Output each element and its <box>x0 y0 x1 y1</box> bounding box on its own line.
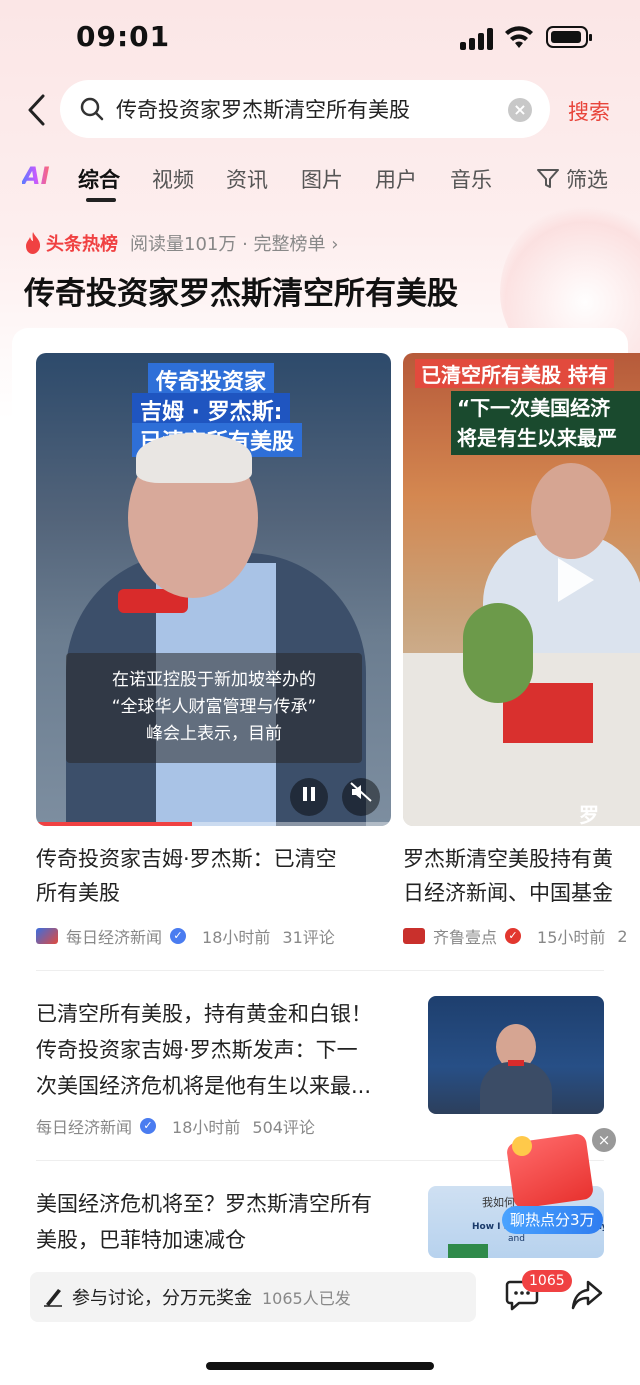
title-line: 传奇投资家吉姆·罗杰斯：已清空 <box>36 847 337 871</box>
home-indicator <box>206 1362 434 1370</box>
wifi-icon <box>505 26 533 48</box>
video-meta-2: 齐鲁壹点 ✓ 15小时前 2 <box>403 924 640 948</box>
hot-rank-badge: 头条热榜 <box>46 234 118 255</box>
verified-badge-icon: ✓ <box>140 1118 157 1134</box>
video-subtitle: 在诺亚控股于新加坡举办的 “全球华人财富管理与传承” 峰会上表示，目前 <box>66 653 362 763</box>
coin-icon <box>512 1136 532 1156</box>
category-tabs: AI 综合 视频 资讯 图片 用户 音乐 筛选 <box>0 160 640 208</box>
tab-images[interactable]: 图片 <box>301 164 343 194</box>
promo-widget[interactable]: × 聊热点分3万 <box>500 1128 620 1238</box>
source-logo-icon <box>403 928 425 944</box>
cellular-signal-icon <box>460 28 494 50</box>
subtitle-line: “全球华人财富管理与传承” <box>111 697 317 717</box>
video-thumbnail-2[interactable]: 已清空所有美股 持有 “下一次美国经济 将是有生以来最严 罗 <box>403 353 640 826</box>
publish-time: 15小时前 <box>537 928 606 947</box>
comment-count: 31评论 <box>282 928 335 947</box>
article-meta-1: 每日经济新闻 ✓ 18小时前 504评论 <box>36 1114 315 1138</box>
promo-label: 聊热点分3万 <box>502 1206 603 1234</box>
pause-icon <box>303 787 315 801</box>
search-submit-button[interactable]: 搜索 <box>568 96 610 126</box>
thumbnail-bar <box>448 1244 488 1258</box>
tab-ai[interactable]: AI <box>22 162 50 190</box>
filter-icon <box>537 169 559 188</box>
verified-badge-icon: ✓ <box>170 928 187 944</box>
mute-button[interactable] <box>342 778 380 816</box>
article-title-2[interactable]: 美国经济危机将至？罗杰斯清空所有 美股，巴菲特加速减仓 <box>36 1186 404 1258</box>
video-progress-bar[interactable] <box>36 822 391 826</box>
title-line: 美股，巴菲特加速减仓 <box>36 1228 246 1252</box>
video-caption-block: “下一次美国经济 将是有生以来最严 <box>451 391 640 455</box>
article-thumbnail-1[interactable] <box>428 996 604 1114</box>
discussion-input[interactable]: 参与讨论，分万元奖金 1065人已发 <box>30 1272 476 1322</box>
pen-icon <box>44 1289 62 1307</box>
search-input[interactable]: 传奇投资家罗杰斯清空所有美股 × <box>60 80 550 138</box>
bow-tie <box>508 1060 524 1066</box>
publish-time: 18小时前 <box>172 1118 241 1137</box>
video-thumbnail-1[interactable]: 传奇投资家 吉姆 · 罗杰斯: 已清空所有美股 在诺亚控股于新加坡举办的 “全球… <box>36 353 391 826</box>
video-title-1[interactable]: 传奇投资家吉姆·罗杰斯：已清空 所有美股 <box>36 842 391 910</box>
subtitle-line: 峰会上表示，目前 <box>146 724 282 744</box>
topic-title: 传奇投资家罗杰斯清空所有美股 <box>24 276 458 312</box>
title-line: 日经济新闻、中国基金 <box>403 881 613 905</box>
search-icon <box>80 97 104 121</box>
comment-count: 504评论 <box>252 1118 315 1137</box>
title-line: 罗杰斯清空美股持有黄 <box>403 847 613 871</box>
video-meta-1: 每日经济新闻 ✓ 18小时前 31评论 <box>36 924 335 948</box>
pause-button[interactable] <box>290 778 328 816</box>
publish-time: 18小时前 <box>202 928 271 947</box>
subtitle-line: 在诺亚控股于新加坡举办的 <box>112 670 316 690</box>
title-line: 美国经济危机将至？罗杰斯清空所有 <box>36 1192 372 1216</box>
tab-video[interactable]: 视频 <box>152 164 194 194</box>
comment-count: 2 <box>617 926 628 946</box>
status-bar: 09:01 <box>0 0 640 76</box>
active-tab-indicator <box>86 198 116 202</box>
video-title-2[interactable]: 罗杰斯清空美股持有黄 日经济新闻、中国基金 <box>403 842 640 910</box>
article-title-1[interactable]: 已清空所有美股，持有黄金和白银！ 传奇投资家吉姆·罗杰斯发声：下一 次美国经济危… <box>36 996 404 1104</box>
title-line: 所有美股 <box>36 881 120 905</box>
source-name[interactable]: 齐鲁壹点 <box>433 924 497 948</box>
video-caption-line: 将是有生以来最严 <box>457 426 617 450</box>
search-query-text: 传奇投资家罗杰斯清空所有美股 <box>116 98 410 122</box>
source-name[interactable]: 每日经济新闻 <box>36 1114 132 1138</box>
tab-all[interactable]: 综合 <box>78 164 120 194</box>
back-button[interactable] <box>18 90 54 130</box>
battery-icon <box>546 26 592 48</box>
share-icon[interactable] <box>570 1278 604 1312</box>
participant-count: 1065人已发 <box>262 1289 351 1308</box>
clear-search-button[interactable]: × <box>508 98 532 122</box>
bottom-bar: 参与讨论，分万元奖金 1065人已发 1065 <box>0 1258 640 1385</box>
play-icon[interactable] <box>558 558 594 602</box>
video-progress-fill <box>36 822 193 826</box>
source-name[interactable]: 每日经济新闻 <box>66 924 162 948</box>
flower-vase <box>463 603 533 703</box>
tab-music[interactable]: 音乐 <box>450 164 492 194</box>
video-caption-line: 吉姆 · 罗杰斯: <box>132 393 291 427</box>
verified-badge-icon: ✓ <box>505 928 522 944</box>
title-line: 次美国经济危机将是他有生以来最... <box>36 1074 372 1098</box>
filter-label: 筛选 <box>566 168 608 192</box>
speaker-head <box>531 463 611 559</box>
filter-button[interactable]: 筛选 <box>536 164 608 194</box>
speaker-figure <box>480 1062 552 1114</box>
divider <box>36 970 604 971</box>
status-time: 09:01 <box>76 20 171 53</box>
video-caption-line: 传奇投资家 <box>148 363 275 397</box>
discussion-prompt: 参与讨论，分万元奖金 <box>72 1288 252 1309</box>
muted-speaker-icon <box>350 782 372 802</box>
tab-users[interactable]: 用户 <box>375 164 417 194</box>
tab-news[interactable]: 资讯 <box>226 164 268 194</box>
fire-icon <box>26 232 41 254</box>
video-caption-line: “下一次美国经济 <box>457 396 611 420</box>
video-watermark: 罗 <box>579 803 599 826</box>
hot-rank-meta: 阅读量101万 · 完整榜单 › <box>130 234 339 255</box>
comment-count-badge: 1065 <box>522 1270 572 1292</box>
title-line: 传奇投资家吉姆·罗杰斯发声：下一 <box>36 1038 358 1062</box>
video-caption-line: 已清空所有美股 持有 <box>415 359 614 388</box>
source-logo-icon <box>36 928 58 944</box>
close-promo-button[interactable]: × <box>592 1128 616 1152</box>
hot-rank-link[interactable]: 头条热榜 阅读量101万 · 完整榜单 › <box>24 230 338 256</box>
title-line: 已清空所有美股，持有黄金和白银！ <box>36 1002 372 1026</box>
speaker-hair <box>136 433 252 483</box>
chevron-left-icon <box>28 94 45 126</box>
